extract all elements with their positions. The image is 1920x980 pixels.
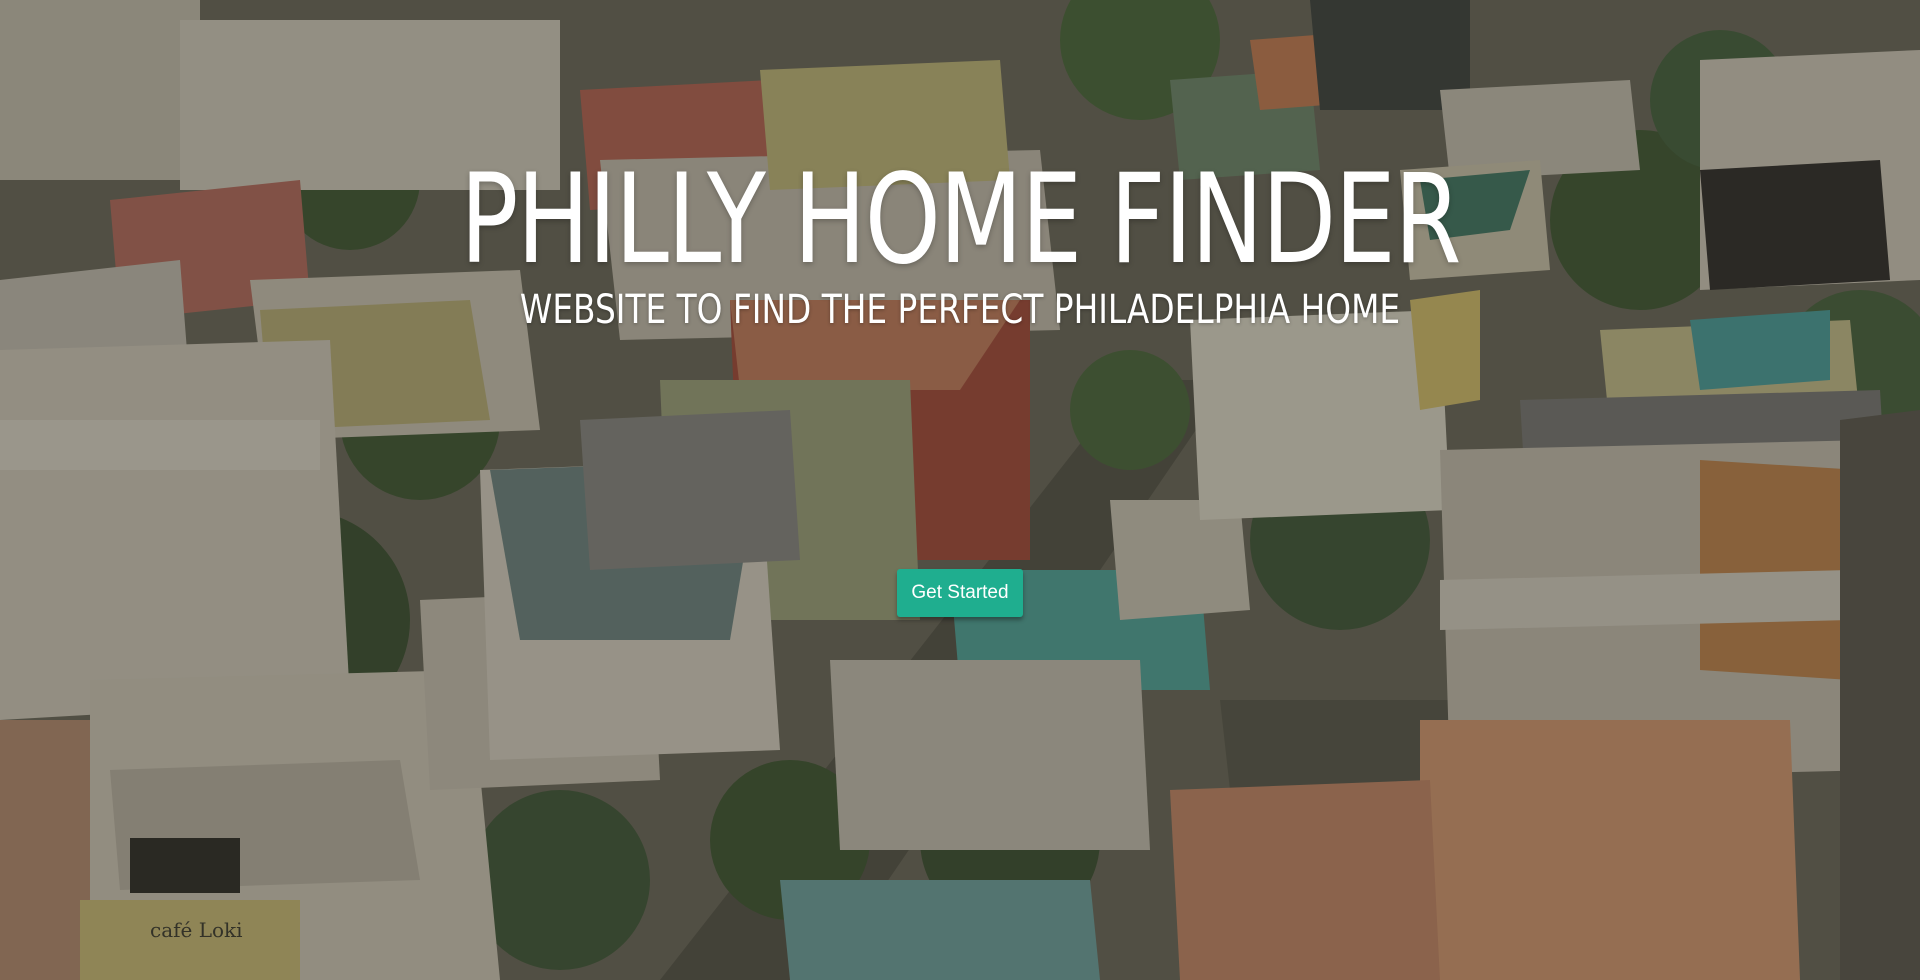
hero-content: PHILLY HOME FINDER WEBSITE TO FIND THE P… [0, 0, 1920, 980]
page-title: PHILLY HOME FINDER [460, 148, 1461, 292]
hero-section: café Loki PHILLY HOME FINDER WEBSITE TO … [0, 0, 1920, 980]
get-started-button[interactable]: Get Started [897, 569, 1023, 617]
page-subtitle: WEBSITE TO FIND THE PERFECT PHILADELPHIA… [519, 287, 1401, 333]
